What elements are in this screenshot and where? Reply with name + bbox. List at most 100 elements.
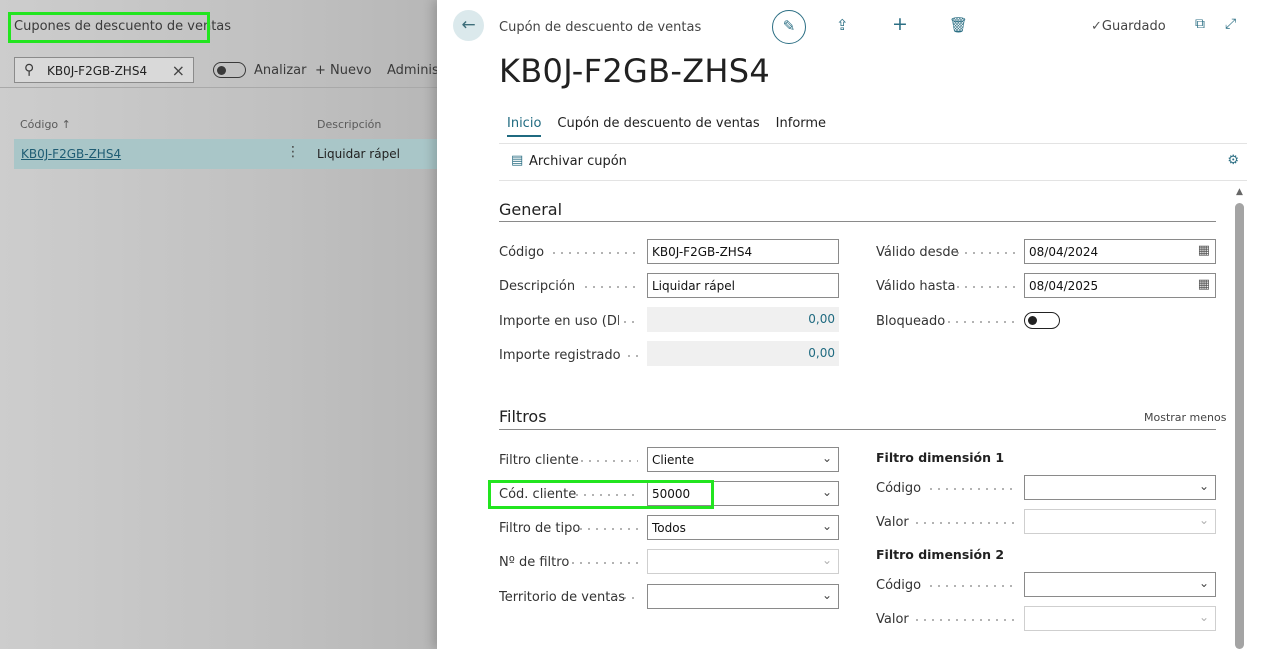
leader-dots — [582, 286, 638, 288]
scrollbar[interactable] — [1235, 203, 1244, 649]
admin-menu-button[interactable]: Administ — [387, 63, 444, 78]
leader-dots — [913, 619, 1016, 621]
row-description: Liquidar rápel — [317, 147, 400, 161]
num-filtro-select[interactable]: ⌄ — [647, 549, 839, 574]
edit-button[interactable]: ✎ — [772, 10, 806, 44]
add-button[interactable]: + — [892, 13, 908, 35]
field-label-num-filtro: Nº de filtro — [499, 555, 570, 570]
valido-desde-field[interactable]: 08/04/2024 ▦ — [1024, 239, 1216, 264]
section-filtros-title[interactable]: Filtros — [499, 407, 547, 426]
chevron-down-icon: ⌄ — [1198, 610, 1209, 624]
action-tabs: Inicio Cupón de descuento de ventas Info… — [507, 116, 842, 137]
field-label-territorio: Territorio de ventas — [499, 590, 626, 605]
share-icon: ⇪ — [836, 16, 849, 34]
leader-dots — [621, 321, 638, 323]
leader-dots — [927, 585, 1016, 587]
analyze-label: Analizar — [254, 63, 307, 78]
row-more-icon[interactable]: ⋮ — [286, 144, 300, 160]
chevron-down-icon: ⌄ — [821, 553, 832, 567]
field-label-valido-desde: Válido desde — [876, 245, 959, 260]
filtro-tipo-select[interactable]: Todos ⌄ — [647, 515, 839, 540]
scroll-up-arrow[interactable]: ▲ — [1236, 187, 1243, 197]
codigo-field[interactable]: KB0J-F2GB-ZHS4 — [647, 239, 839, 264]
chevron-down-icon: ⌄ — [821, 485, 832, 499]
chevron-down-icon: ⌄ — [1198, 576, 1209, 590]
bloqueado-toggle[interactable] — [1024, 312, 1060, 329]
dim2-valor-select[interactable]: ⌄ — [1024, 606, 1216, 631]
dim1-title: Filtro dimensión 1 — [876, 450, 1005, 465]
archive-coupon-button[interactable]: Archivar cupón — [529, 154, 627, 169]
field-label-dim2-valor: Valor — [876, 612, 909, 627]
filtro-cliente-value: Cliente — [652, 453, 695, 467]
filtro-cliente-select[interactable]: Cliente ⌄ — [647, 447, 839, 472]
calendar-icon[interactable]: ▦ — [1198, 243, 1210, 258]
chevron-down-icon: ⌄ — [821, 451, 832, 465]
importe-registrado-value: 0,00 — [647, 341, 839, 366]
cod-cliente-select[interactable]: 50000 ⌄ — [647, 481, 839, 506]
trash-icon: 🗑 — [949, 16, 969, 34]
back-button[interactable]: ← — [453, 10, 484, 41]
dim2-title: Filtro dimensión 2 — [876, 547, 1005, 562]
new-button[interactable]: + Nuevo — [315, 63, 372, 78]
leader-dots — [550, 252, 638, 254]
expand-icon: ⤢ — [1225, 16, 1237, 32]
valido-hasta-field[interactable]: 08/04/2025 ▦ — [1024, 273, 1216, 298]
leader-dots — [578, 460, 638, 462]
table-row[interactable]: KB0J-F2GB-ZHS4 ⋮ Liquidar rápel — [14, 139, 437, 169]
list-page-title[interactable]: Cupones de descuento de ventas — [14, 19, 231, 34]
chevron-down-icon: ⌄ — [821, 588, 832, 602]
open-new-window-button[interactable]: ⧉ — [1195, 16, 1205, 32]
analyze-toggle[interactable] — [213, 62, 246, 78]
background-list-page: Cupones de descuento de ventas ⚲ KB0J-F2… — [0, 0, 444, 649]
row-code-link[interactable]: KB0J-F2GB-ZHS4 — [21, 147, 121, 161]
personalize-icon[interactable]: ⚙ — [1227, 153, 1239, 168]
leader-dots — [577, 528, 638, 530]
descripcion-field[interactable]: Liquidar rápel — [647, 273, 839, 298]
column-header-code[interactable]: Código ↑ — [20, 118, 71, 131]
search-input[interactable]: ⚲ KB0J-F2GB-ZHS4 × — [14, 57, 194, 83]
field-label-codigo: Código — [499, 245, 545, 260]
tab-informe[interactable]: Informe — [776, 116, 826, 137]
card-caption: Cupón de descuento de ventas — [499, 20, 702, 35]
show-less-link[interactable]: Mostrar menos — [1144, 411, 1226, 424]
leader-dots — [569, 562, 638, 564]
plus-icon: + — [315, 63, 331, 78]
delete-button[interactable]: 🗑 — [949, 16, 968, 34]
section-divider — [499, 221, 1216, 222]
section-general-title[interactable]: General — [499, 200, 562, 219]
new-button-label: Nuevo — [330, 63, 372, 78]
search-value: KB0J-F2GB-ZHS4 — [47, 64, 148, 78]
field-label-filtro-cliente: Filtro cliente — [499, 453, 579, 468]
open-new-window-icon: ⧉ — [1195, 16, 1205, 32]
chevron-down-icon: ⌄ — [1198, 513, 1209, 527]
arrow-left-icon: ← — [461, 15, 476, 35]
territorio-select[interactable]: ⌄ — [647, 584, 839, 609]
tab-cupon[interactable]: Cupón de descuento de ventas — [557, 116, 759, 137]
field-label-descripcion: Descripción — [499, 279, 576, 294]
cod-cliente-value: 50000 — [652, 487, 691, 501]
check-icon: ✓ — [1091, 19, 1102, 34]
calendar-icon[interactable]: ▦ — [1198, 277, 1210, 292]
field-label-dim2-codigo: Código — [876, 578, 922, 593]
column-header-description[interactable]: Descripción — [317, 118, 381, 131]
field-label-bloqueado: Bloqueado — [876, 314, 946, 329]
valido-hasta-value: 08/04/2025 — [1029, 279, 1099, 293]
coupon-card-panel: ← Cupón de descuento de ventas ✎ ⇪ + 🗑 ✓… — [437, 0, 1265, 649]
section-divider — [499, 429, 1216, 430]
dim2-codigo-select[interactable]: ⌄ — [1024, 572, 1216, 597]
field-label-importe-uso: Importe en uso (DL) — [499, 314, 619, 329]
tab-inicio[interactable]: Inicio — [507, 116, 542, 137]
pencil-icon: ✎ — [782, 17, 796, 35]
clear-search-icon[interactable]: × — [172, 61, 185, 80]
dim1-codigo-select[interactable]: ⌄ — [1024, 475, 1216, 500]
field-label-dim1-valor: Valor — [876, 515, 909, 530]
dim1-valor-select[interactable]: ⌄ — [1024, 509, 1216, 534]
plus-icon: + — [892, 13, 908, 35]
expand-button[interactable]: ⤢ — [1225, 16, 1236, 32]
action-subbar: ▤ Archivar cupón ⚙ — [499, 143, 1247, 181]
saved-status: ✓Guardado — [1091, 19, 1166, 34]
chevron-down-icon: ⌄ — [821, 519, 832, 533]
leader-dots — [613, 597, 638, 599]
share-button[interactable]: ⇪ — [836, 16, 849, 34]
field-label-filtro-tipo: Filtro de tipo — [499, 521, 581, 536]
